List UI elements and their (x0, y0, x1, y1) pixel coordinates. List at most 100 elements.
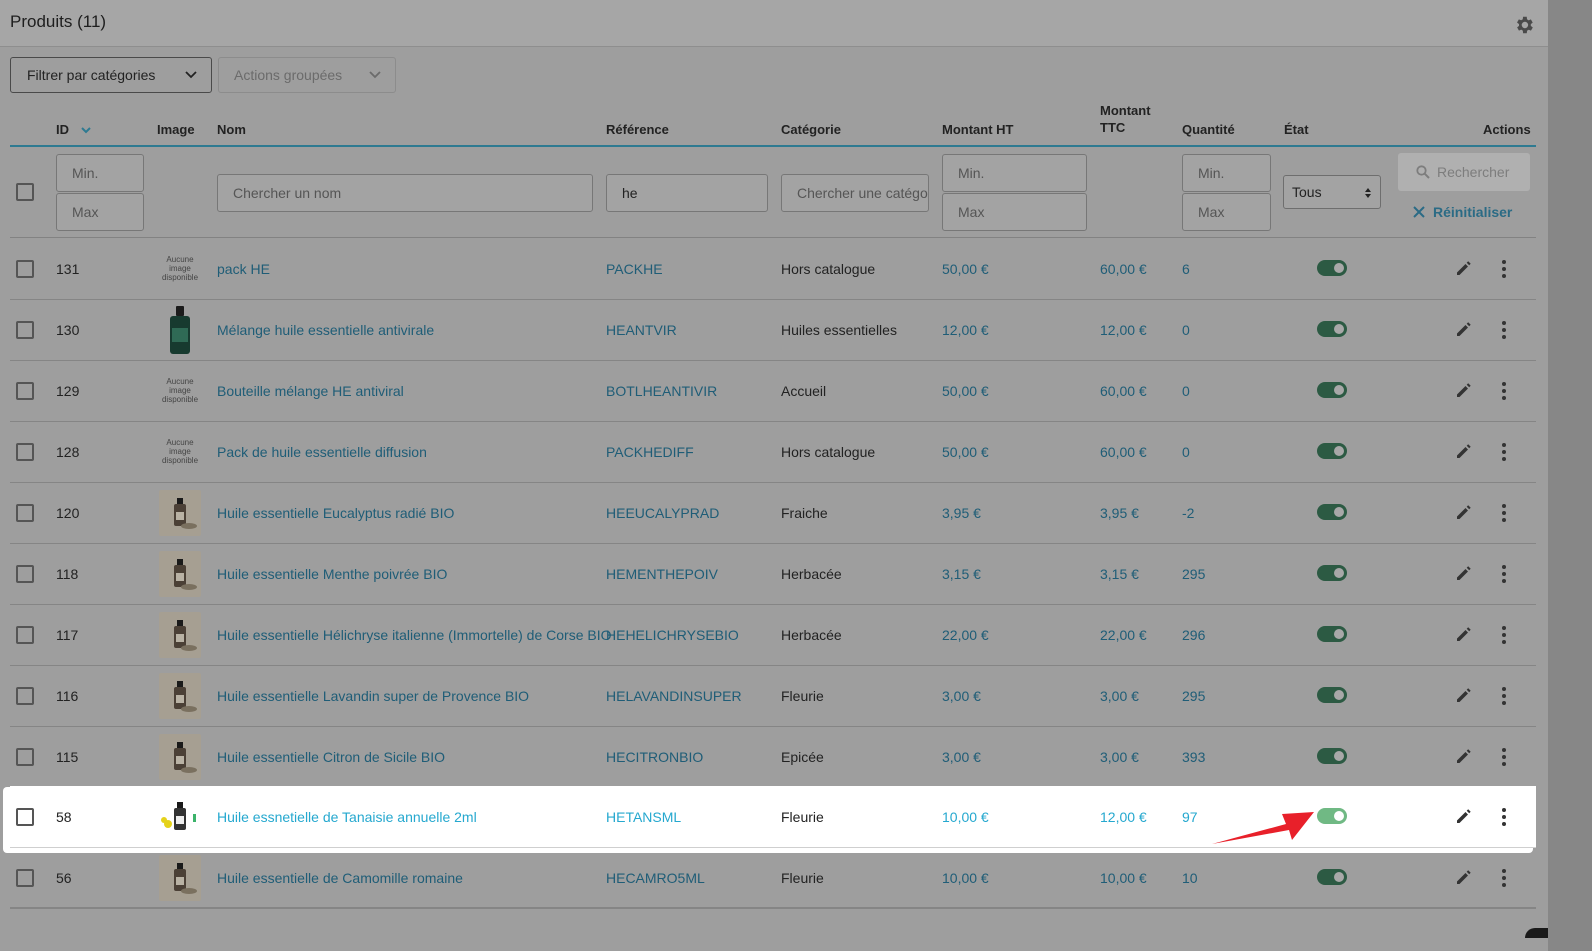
product-reference-link[interactable]: HEMENTHEPOIV (606, 543, 718, 604)
pencil-icon[interactable] (1455, 625, 1473, 643)
product-price-ttc[interactable]: 10,00 € (1100, 847, 1147, 908)
product-quantity[interactable]: -2 (1182, 482, 1194, 543)
row-checkbox[interactable] (16, 321, 34, 339)
more-options-icon[interactable] (1498, 867, 1510, 889)
row-checkbox[interactable] (16, 748, 34, 766)
status-toggle[interactable] (1317, 260, 1347, 276)
product-quantity[interactable]: 393 (1182, 726, 1205, 787)
product-price-ht[interactable]: 10,00 € (942, 786, 989, 847)
column-header-state[interactable]: État (1284, 122, 1309, 137)
product-price-ht[interactable]: 3,00 € (942, 726, 981, 787)
column-header-price-ht[interactable]: Montant HT (942, 122, 1013, 137)
column-header-price-ttc[interactable]: Montant TTC (1100, 103, 1151, 135)
more-options-icon[interactable] (1498, 380, 1510, 402)
product-price-ht[interactable]: 12,00 € (942, 299, 989, 360)
pencil-icon[interactable] (1455, 503, 1473, 521)
table-row[interactable]: 118 Huile essentielle Menthe poivrée BIO… (10, 543, 1536, 605)
bulk-actions-button[interactable]: Actions groupées (218, 57, 396, 93)
filter-categories-button[interactable]: Filtrer par catégories (10, 57, 212, 93)
product-price-ht[interactable]: 3,15 € (942, 543, 981, 604)
product-name-link[interactable]: Huile essentielle de Camomille romaine (217, 847, 463, 908)
pencil-icon[interactable] (1455, 807, 1473, 825)
row-checkbox[interactable] (16, 260, 34, 278)
product-price-ttc[interactable]: 3,00 € (1100, 726, 1139, 787)
product-price-ht[interactable]: 50,00 € (942, 421, 989, 482)
product-price-ht[interactable]: 22,00 € (942, 604, 989, 665)
state-select[interactable]: Tous (1283, 175, 1381, 209)
quantity-min-input[interactable]: Min. (1182, 154, 1271, 192)
product-reference-link[interactable]: HEANTVIR (606, 299, 677, 360)
pencil-icon[interactable] (1455, 259, 1473, 277)
product-reference-link[interactable]: HECAMRO5ML (606, 847, 705, 908)
product-quantity[interactable]: 295 (1182, 665, 1205, 726)
more-options-icon[interactable] (1498, 502, 1510, 524)
more-options-icon[interactable] (1498, 624, 1510, 646)
search-button[interactable]: Rechercher (1398, 153, 1530, 191)
row-checkbox[interactable] (16, 687, 34, 705)
row-checkbox[interactable] (16, 565, 34, 583)
column-header-reference[interactable]: Référence (606, 122, 669, 137)
table-row[interactable]: 117 Huile essentielle Hélichryse italien… (10, 604, 1536, 666)
product-name-link[interactable]: Huile essentielle Hélichryse italienne (… (217, 604, 612, 665)
price-max-input[interactable]: Max (942, 193, 1087, 231)
product-quantity[interactable]: 295 (1182, 543, 1205, 604)
product-name-link[interactable]: Huile essentielle Menthe poivrée BIO (217, 543, 447, 604)
table-row[interactable]: 130 Mélange huile essentielle antivirale… (10, 299, 1536, 361)
product-price-ttc[interactable]: 3,00 € (1100, 665, 1139, 726)
sort-desc-icon[interactable] (80, 126, 91, 134)
product-name-link[interactable]: Mélange huile essentielle antivirale (217, 299, 434, 360)
product-reference-link[interactable]: HEEUCALYPRAD (606, 482, 719, 543)
product-name-link[interactable]: pack HE (217, 238, 270, 299)
product-price-ttc[interactable]: 22,00 € (1100, 604, 1147, 665)
product-price-ttc[interactable]: 12,00 € (1100, 786, 1147, 847)
product-name-link[interactable]: Pack de huile essentielle diffusion (217, 421, 427, 482)
status-toggle[interactable] (1317, 504, 1347, 520)
product-price-ttc[interactable]: 60,00 € (1100, 421, 1147, 482)
status-toggle[interactable] (1317, 687, 1347, 703)
product-reference-link[interactable]: BOTLHEANTIVIR (606, 360, 717, 421)
product-reference-link[interactable]: PACKHEDIFF (606, 421, 694, 482)
product-reference-link[interactable]: HEHELICHRYSEBIO (606, 604, 739, 665)
product-price-ht[interactable]: 3,00 € (942, 665, 981, 726)
row-checkbox[interactable] (16, 504, 34, 522)
table-row[interactable]: 56 Huile essentielle de Camomille romain… (10, 847, 1536, 909)
product-price-ttc[interactable]: 3,95 € (1100, 482, 1139, 543)
id-min-input[interactable]: Min. (56, 154, 144, 192)
reference-search-input[interactable]: he (606, 174, 768, 212)
product-quantity[interactable]: 0 (1182, 421, 1190, 482)
row-checkbox[interactable] (16, 869, 34, 887)
select-all-checkbox[interactable] (16, 183, 34, 201)
status-toggle[interactable] (1317, 869, 1347, 885)
product-quantity[interactable]: 0 (1182, 360, 1190, 421)
product-price-ttc[interactable]: 60,00 € (1100, 238, 1147, 299)
product-price-ht[interactable]: 3,95 € (942, 482, 981, 543)
product-quantity[interactable]: 97 (1182, 786, 1198, 847)
product-price-ttc[interactable]: 12,00 € (1100, 299, 1147, 360)
status-toggle[interactable] (1317, 748, 1347, 764)
pencil-icon[interactable] (1455, 564, 1473, 582)
status-toggle[interactable] (1317, 808, 1347, 824)
product-quantity[interactable]: 6 (1182, 238, 1190, 299)
more-options-icon[interactable] (1498, 806, 1510, 828)
category-search-input[interactable]: Chercher une catégorie (781, 174, 929, 212)
product-name-link[interactable]: Huile essentielle Citron de Sicile BIO (217, 726, 445, 787)
product-reference-link[interactable]: PACKHE (606, 238, 663, 299)
product-name-link[interactable]: Huile essnetielle de Tanaisie annuelle 2… (217, 786, 477, 847)
status-toggle[interactable] (1317, 382, 1347, 398)
product-quantity[interactable]: 0 (1182, 299, 1190, 360)
pencil-icon[interactable] (1455, 442, 1473, 460)
product-quantity[interactable]: 296 (1182, 604, 1205, 665)
status-toggle[interactable] (1317, 443, 1347, 459)
pencil-icon[interactable] (1455, 868, 1473, 886)
table-row[interactable]: 128 Aucune image disponible Pack de huile … (10, 421, 1536, 483)
status-toggle[interactable] (1317, 565, 1347, 581)
pencil-icon[interactable] (1455, 381, 1473, 399)
product-reference-link[interactable]: HETANSML (606, 786, 681, 847)
row-checkbox[interactable] (16, 626, 34, 644)
column-header-name[interactable]: Nom (217, 122, 246, 137)
product-price-ttc[interactable]: 60,00 € (1100, 360, 1147, 421)
status-toggle[interactable] (1317, 626, 1347, 642)
pencil-icon[interactable] (1455, 686, 1473, 704)
product-name-link[interactable]: Huile essentielle Eucalyptus radié BIO (217, 482, 454, 543)
pencil-icon[interactable] (1455, 320, 1473, 338)
